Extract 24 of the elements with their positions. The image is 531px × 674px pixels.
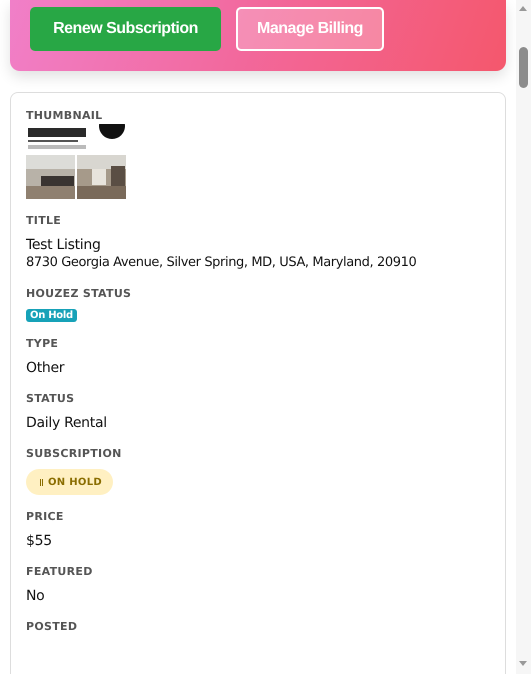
field-value: Daily Rental <box>26 414 108 432</box>
status-badge: On Hold <box>26 309 77 322</box>
field-label: PRICE <box>26 510 65 523</box>
field-value: No <box>26 587 46 605</box>
field-value: Other <box>26 359 66 377</box>
subscription-status: ON HOLD <box>48 476 102 488</box>
scrollbar-thumb[interactable] <box>519 47 528 88</box>
field-label: POSTED <box>26 620 78 633</box>
scroll-down-icon[interactable] <box>519 661 527 666</box>
address-text: 8730 Georgia Avenue, Silver Spring, MD, USA, Maryland, 20910 <box>26 254 418 272</box>
field-label: STATUS <box>26 392 76 405</box>
renew-button[interactable]: Renew Subscription <box>30 7 221 51</box>
billing-button[interactable]: Manage Billing <box>236 7 384 51</box>
scroll-up-icon[interactable] <box>519 6 527 11</box>
field-label: TYPE <box>26 337 60 350</box>
field-label: TITLE <box>26 214 62 227</box>
field-label: THUMBNAIL <box>26 109 104 122</box>
field-value: Test Listing <box>26 236 102 254</box>
field-label: HOUZEZ STATUS <box>26 287 132 300</box>
field-label: FEATURED <box>26 565 94 578</box>
scrollbar[interactable] <box>516 0 531 674</box>
pause-icon <box>40 478 43 486</box>
field-label: SUBSCRIPTION <box>26 447 123 460</box>
field-value: $55 <box>26 532 53 550</box>
